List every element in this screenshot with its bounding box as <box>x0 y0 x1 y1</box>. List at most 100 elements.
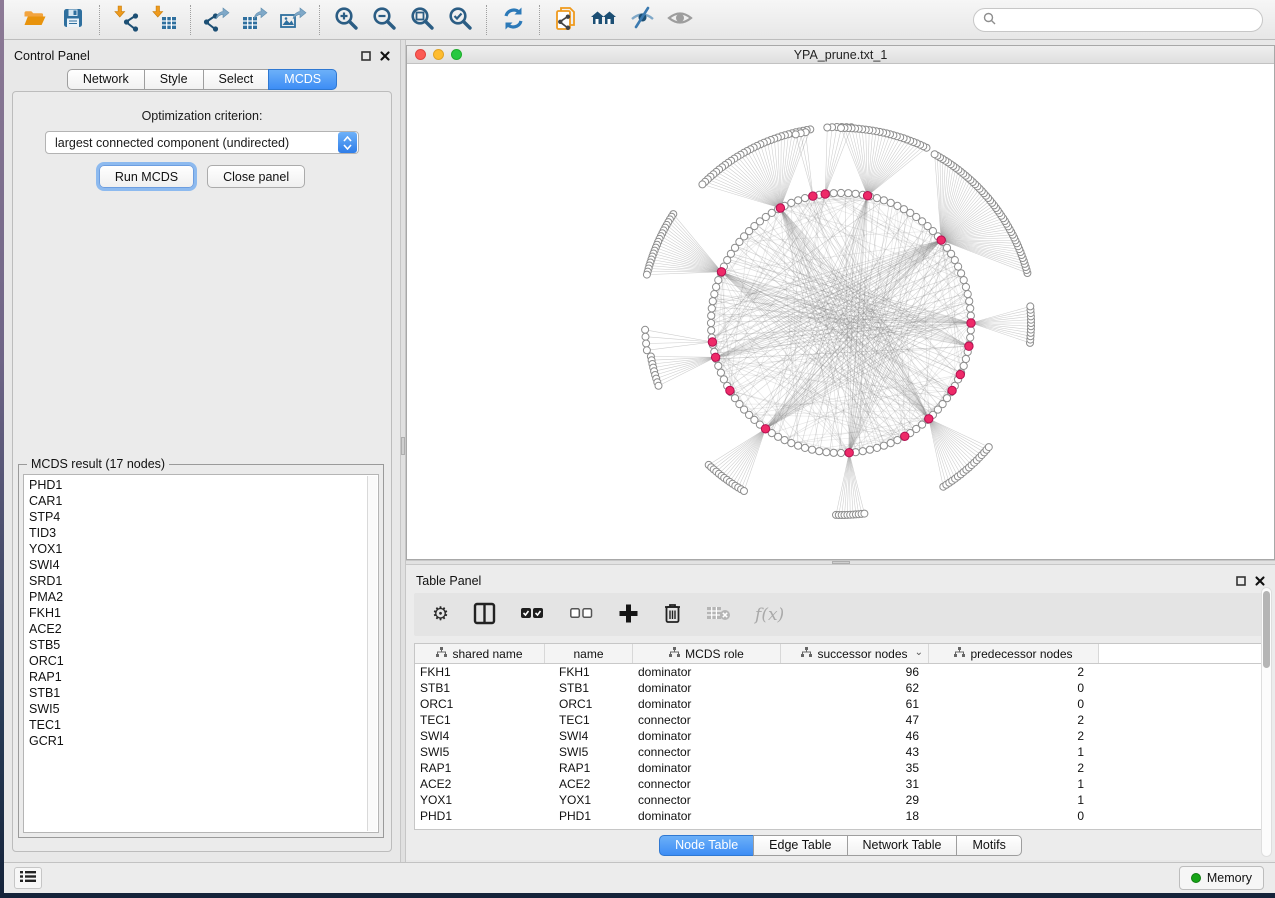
table-row[interactable]: ACE2ACE2connector311 <box>415 776 1271 792</box>
float-panel-icon[interactable] <box>361 49 371 64</box>
mcds-result-item[interactable]: GCR1 <box>29 733 378 749</box>
close-panel-button[interactable]: Close panel <box>207 165 305 188</box>
table-clear-icon <box>706 604 731 625</box>
column-header-MCDS-role[interactable]: MCDS role <box>633 644 781 663</box>
mcds-result-item[interactable]: SWI4 <box>29 557 378 573</box>
memory-button-label: Memory <box>1207 871 1252 885</box>
mcds-result-item[interactable]: PMA2 <box>29 589 378 605</box>
table-row[interactable]: SWI4SWI4dominator462 <box>415 728 1271 744</box>
deselect-all-rows-button[interactable] <box>569 605 594 624</box>
import-table-icon <box>151 5 178 35</box>
tab-node-table[interactable]: Node Table <box>659 835 754 856</box>
mcds-result-item[interactable]: YOX1 <box>29 541 378 557</box>
mcds-result-item[interactable]: CAR1 <box>29 493 378 509</box>
zoom-fit-icon <box>409 5 436 35</box>
import-table-button[interactable] <box>145 3 183 37</box>
table-row[interactable]: ORC1ORC1dominator610 <box>415 696 1271 712</box>
column-header-predecessor-nodes[interactable]: predecessor nodes <box>929 644 1099 663</box>
close-panel-icon[interactable] <box>380 49 390 64</box>
mcds-hub-node <box>948 386 956 394</box>
search-input[interactable] <box>1001 13 1253 27</box>
zoom-selected-icon <box>447 5 474 35</box>
cell-name: FKH1 <box>545 664 633 680</box>
zoom-selected-button[interactable] <box>441 3 479 37</box>
import-network-button[interactable] <box>107 3 145 37</box>
search-box[interactable] <box>973 8 1263 32</box>
tab-network[interactable]: Network <box>67 69 145 90</box>
open-session-button[interactable] <box>16 3 54 37</box>
column-header-name[interactable]: name <box>545 644 633 663</box>
cell-predecessor-nodes: 2 <box>929 664 1099 680</box>
mcds-result-item[interactable]: RAP1 <box>29 669 378 685</box>
show-panels-button[interactable] <box>14 867 42 889</box>
zoom-fit-button[interactable] <box>403 3 441 37</box>
tab-style[interactable]: Style <box>144 69 204 90</box>
export-image-icon <box>279 5 307 35</box>
create-column-button[interactable] <box>618 603 639 627</box>
mcds-result-item[interactable]: SWI5 <box>29 701 378 717</box>
select-all-rows-button[interactable] <box>520 605 545 624</box>
mcds-result-item[interactable]: ACE2 <box>29 621 378 637</box>
table-row[interactable]: RAP1RAP1dominator352 <box>415 760 1271 776</box>
hide-selected-button[interactable] <box>623 3 661 37</box>
network-graph[interactable] <box>407 64 1274 559</box>
zoom-out-button[interactable] <box>365 3 403 37</box>
export-network-button[interactable] <box>198 3 236 37</box>
tab-motifs[interactable]: Motifs <box>956 835 1021 856</box>
apply-layout-button[interactable] <box>494 3 532 37</box>
table-row[interactable]: STB1STB1dominator620 <box>415 680 1271 696</box>
mcds-result-item[interactable]: STB1 <box>29 685 378 701</box>
table-row[interactable]: PHD1PHD1dominator180 <box>415 808 1271 824</box>
mcds-result-item[interactable]: TEC1 <box>29 717 378 733</box>
mcds-result-item[interactable]: ORC1 <box>29 653 378 669</box>
tab-network-table[interactable]: Network Table <box>847 835 958 856</box>
run-mcds-button[interactable]: Run MCDS <box>99 165 194 188</box>
table-row[interactable]: SWI5SWI5connector431 <box>415 744 1271 760</box>
maximize-window-icon[interactable] <box>451 49 462 60</box>
first-neighbors-button[interactable] <box>585 3 623 37</box>
tab-select[interactable]: Select <box>203 69 270 90</box>
mcds-result-item[interactable]: TID3 <box>29 525 378 541</box>
network-canvas[interactable] <box>407 64 1274 559</box>
table-row[interactable]: FKH1FKH1dominator962 <box>415 664 1271 680</box>
delete-columns-button[interactable] <box>663 602 682 627</box>
mcds-result-item[interactable]: PHD1 <box>29 477 378 493</box>
tab-mcds[interactable]: MCDS <box>268 69 337 90</box>
cell-successor-nodes: 61 <box>781 696 929 712</box>
tab-edge-table[interactable]: Edge Table <box>753 835 847 856</box>
mcds-result-item[interactable]: STP4 <box>29 509 378 525</box>
export-table-button[interactable] <box>236 3 274 37</box>
export-image-button[interactable] <box>274 3 312 37</box>
control-panel-title: Control Panel <box>14 49 90 63</box>
divider-grip[interactable] <box>832 561 850 564</box>
new-network-from-selection-button[interactable] <box>547 3 585 37</box>
cell-shared-name: STB1 <box>415 680 545 696</box>
criterion-dropdown[interactable]: largest connected component (undirected) <box>45 131 359 154</box>
network-window-titlebar[interactable]: YPA_prune.txt_1 <box>407 46 1274 64</box>
column-header-shared-name[interactable]: shared name <box>415 644 545 663</box>
float-panel-icon[interactable] <box>1236 574 1246 589</box>
save-session-button[interactable] <box>54 3 92 37</box>
cell-successor-nodes: 46 <box>781 728 929 744</box>
mcds-result-item[interactable]: STB5 <box>29 637 378 653</box>
mcds-hub-node <box>967 319 975 327</box>
table-scrollbar[interactable] <box>1261 587 1272 857</box>
table-row[interactable]: TEC1TEC1connector472 <box>415 712 1271 728</box>
sort-desc-icon[interactable]: ⌄ <box>915 647 923 658</box>
mcds-result-item[interactable]: FKH1 <box>29 605 378 621</box>
memory-button[interactable]: Memory <box>1179 866 1264 890</box>
table-settings-button[interactable]: ⚙︎ <box>432 605 449 624</box>
toolbar-separator <box>319 5 320 35</box>
cell-predecessor-nodes: 2 <box>929 712 1099 728</box>
mcds-result-item[interactable]: SRD1 <box>29 573 378 589</box>
search-icon <box>983 12 996 28</box>
zoom-in-button[interactable] <box>327 3 365 37</box>
table-row[interactable]: YOX1YOX1connector291 <box>415 792 1271 808</box>
show-columns-button[interactable] <box>473 602 496 628</box>
mcds-list-scrollbar[interactable] <box>367 476 377 831</box>
close-window-icon[interactable] <box>415 49 426 60</box>
divider-grip[interactable] <box>401 437 405 455</box>
column-header-successor-nodes[interactable]: successor nodes⌄ <box>781 644 929 663</box>
minimize-window-icon[interactable] <box>433 49 444 60</box>
table-scrollbar-thumb[interactable] <box>1263 591 1270 668</box>
